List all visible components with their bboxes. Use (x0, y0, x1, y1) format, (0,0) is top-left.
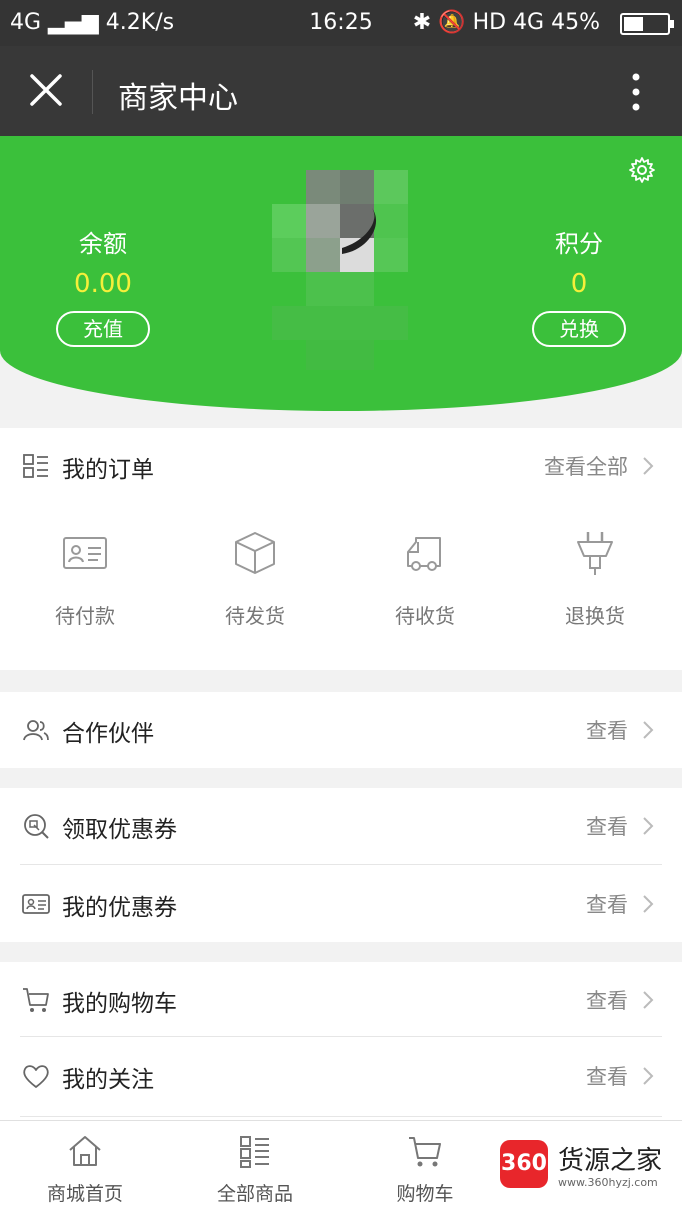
my-coupons-row[interactable]: 我的优惠券 查看 (0, 866, 682, 942)
nav-label: 全部商品 (216, 1183, 293, 1205)
balance-section: 余额 0.00 充值 (28, 224, 178, 347)
order-list-icon (23, 454, 48, 478)
chevron-right-icon (643, 991, 654, 1009)
order-status-label: 待付款 (55, 604, 115, 628)
row-label: 我的购物车 (62, 991, 177, 1017)
points-label: 积分 (555, 230, 603, 258)
more-vertical-icon[interactable] (632, 72, 640, 112)
order-pending-shipment[interactable]: 待发货 (170, 528, 340, 629)
view-link[interactable]: 查看 (586, 811, 628, 841)
nav-home[interactable]: 商城首页 (0, 1133, 170, 1206)
chevron-right-icon (643, 1067, 654, 1085)
watermark-badge: 360 (500, 1140, 548, 1188)
cart-icon (409, 1137, 441, 1167)
chevron-right-icon (643, 895, 654, 913)
divider (20, 1116, 662, 1117)
view-link[interactable]: 查看 (586, 715, 628, 745)
exchange-button[interactable]: 兑换 (532, 311, 626, 347)
users-icon (23, 720, 49, 741)
view-link[interactable]: 查看 (586, 889, 628, 919)
orders-header[interactable]: 我的订单 查看全部 (0, 428, 682, 504)
order-returns[interactable]: 退换货 (510, 528, 680, 629)
account-header: 余额 0.00 充值 积分 0 兑换 (0, 136, 682, 411)
nav-label: 购物车 (396, 1183, 454, 1205)
order-pending-receipt[interactable]: 待收货 (340, 528, 510, 629)
home-icon (69, 1136, 101, 1166)
partners-card: 合作伙伴 查看 (0, 692, 682, 768)
watermark-title: 货源之家 (558, 1146, 663, 1176)
title-separator (92, 70, 93, 114)
recharge-button[interactable]: 充值 (56, 311, 150, 347)
points-value: 0 (570, 269, 588, 299)
get-coupons-row[interactable]: 领取优惠券 查看 (0, 788, 682, 864)
shopping-card: 我的购物车 查看 我的关注 查看 (0, 962, 682, 1120)
balance-label: 余额 (79, 230, 127, 258)
plug-icon (577, 532, 613, 575)
cart-icon (23, 988, 49, 1012)
order-pending-payment[interactable]: 待付款 (0, 528, 170, 629)
id-card-icon (63, 537, 107, 569)
row-label: 合作伙伴 (62, 721, 154, 747)
order-status-label: 待发货 (225, 604, 285, 628)
chevron-right-icon (643, 721, 654, 739)
box-icon (235, 532, 275, 574)
points-section: 积分 0 兑换 (504, 224, 654, 347)
chevron-right-icon (643, 457, 654, 475)
watermark-url: www.360hyzj.com (558, 1176, 658, 1189)
gear-icon[interactable] (628, 156, 656, 184)
orders-title: 我的订单 (62, 457, 154, 483)
heart-icon (23, 1065, 49, 1088)
chevron-right-icon (643, 817, 654, 835)
my-cart-row[interactable]: 我的购物车 查看 (0, 962, 682, 1038)
watermark: 360 货源之家 www.360hyzj.com (500, 1138, 682, 1198)
battery-icon (620, 13, 674, 35)
view-link[interactable]: 查看 (586, 985, 628, 1015)
row-label: 领取优惠券 (62, 817, 177, 843)
my-favorites-row[interactable]: 我的关注 查看 (0, 1038, 682, 1114)
nav-label: 商城首页 (46, 1183, 123, 1205)
orders-card: 我的订单 查看全部 待付款 待发货 待收货 退换货 (0, 428, 682, 670)
coupon-search-icon (24, 814, 49, 839)
card-icon (22, 894, 50, 914)
close-icon[interactable] (26, 70, 66, 110)
partners-row[interactable]: 合作伙伴 查看 (0, 692, 682, 768)
divider (20, 1036, 662, 1037)
order-status-label: 退换货 (565, 604, 625, 628)
nav-all-products[interactable]: 全部商品 (170, 1133, 340, 1206)
avatar[interactable] (272, 170, 408, 370)
truck-icon (407, 537, 441, 571)
row-label: 我的优惠券 (62, 895, 177, 921)
coupons-card: 领取优惠券 查看 我的优惠券 查看 (0, 788, 682, 942)
view-link[interactable]: 查看 (586, 1061, 628, 1091)
list-icon (240, 1136, 269, 1168)
page-title: 商家中心 (118, 81, 238, 116)
order-status-label: 待收货 (395, 604, 455, 628)
row-label: 我的关注 (62, 1067, 154, 1093)
nav-cart[interactable]: 购物车 (340, 1133, 510, 1206)
view-all-link[interactable]: 查看全部 (544, 451, 628, 481)
status-bar: 4G ▂▄▆ 4.2K/s 16:25 ✱ 🔕 HD 4G 45% (0, 0, 682, 46)
divider (20, 864, 662, 865)
status-indicators: ✱ 🔕 HD 4G 45% (412, 10, 600, 35)
title-bar: 商家中心 (0, 46, 682, 136)
balance-value: 0.00 (74, 269, 132, 299)
